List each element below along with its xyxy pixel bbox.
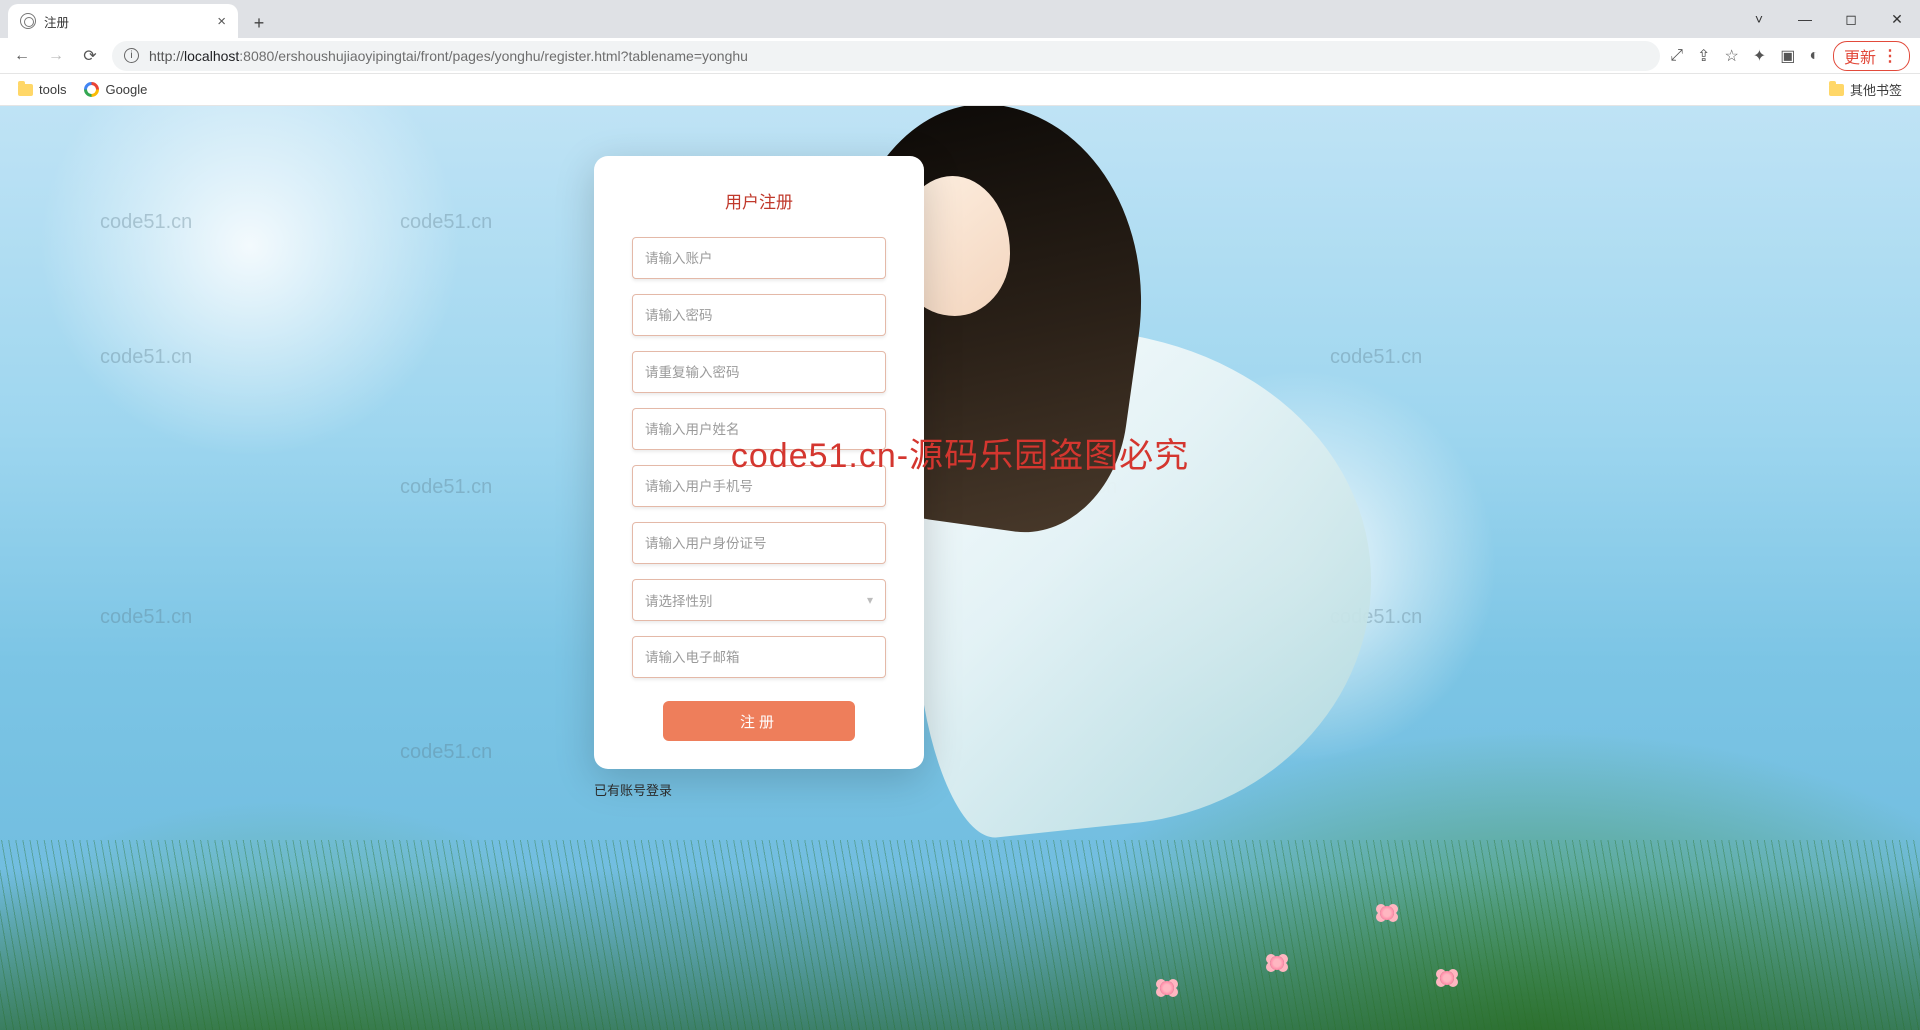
- zoom-icon[interactable]: ⤢: [1670, 47, 1683, 65]
- profile-icon[interactable]: ◐: [1809, 47, 1819, 65]
- browser-tabbar: 注册 × + ˅ — ◻ ✕: [0, 0, 1920, 38]
- email-input[interactable]: [632, 636, 886, 678]
- browser-tab[interactable]: 注册 ×: [8, 4, 238, 38]
- bookmark-label: tools: [39, 82, 66, 97]
- bookmark-star-icon[interactable]: ☆: [1724, 46, 1738, 66]
- bookmarks-bar: tools Google 其他书签: [0, 74, 1920, 106]
- background-scene: [0, 106, 1920, 1030]
- address-bar: ← → ⟳ i http://localhost:8080/ershoushuj…: [0, 38, 1920, 74]
- form-title: 用户注册: [632, 188, 886, 213]
- login-link[interactable]: 已有账号登录: [594, 780, 672, 799]
- site-info-icon[interactable]: i: [124, 48, 139, 63]
- folder-icon: [1829, 84, 1844, 96]
- back-button[interactable]: ←: [10, 44, 34, 68]
- extensions-icon[interactable]: ✦: [1753, 46, 1766, 66]
- name-input[interactable]: [632, 408, 886, 450]
- folder-icon: [18, 84, 33, 96]
- bookmark-label: 其他书签: [1850, 80, 1902, 99]
- globe-icon: [20, 13, 36, 29]
- account-input[interactable]: [632, 237, 886, 279]
- url-path: :8080/ershoushujiaoyipingtai/front/pages…: [239, 48, 748, 64]
- new-tab-button[interactable]: +: [244, 8, 274, 38]
- sidepanel-icon[interactable]: ▣: [1780, 46, 1795, 66]
- bookmark-other[interactable]: 其他书签: [1829, 80, 1902, 99]
- window-controls: ˅ — ◻ ✕: [1736, 0, 1920, 38]
- chevron-down-icon[interactable]: ˅: [1736, 2, 1782, 36]
- url-host: localhost: [184, 48, 239, 64]
- password-confirm-input[interactable]: [632, 351, 886, 393]
- share-icon[interactable]: ⇪: [1697, 46, 1710, 66]
- minimize-icon[interactable]: —: [1782, 2, 1828, 36]
- register-card: 用户注册 请选择性别 ▾ 注册 已有账号登录: [594, 156, 924, 769]
- chevron-down-icon: ▾: [867, 593, 873, 607]
- bookmark-tools[interactable]: tools: [18, 82, 66, 97]
- forward-button[interactable]: →: [44, 44, 68, 68]
- gender-select[interactable]: 请选择性别 ▾: [632, 579, 886, 621]
- phone-input[interactable]: [632, 465, 886, 507]
- flower-decor: [1270, 956, 1284, 970]
- flower-decor: [1160, 981, 1174, 995]
- url-scheme: http://: [149, 48, 184, 64]
- toolbar-icons: ⤢ ⇪ ☆ ✦ ▣ ◐ 更新 ⋮: [1670, 41, 1910, 71]
- idcard-input[interactable]: [632, 522, 886, 564]
- update-button[interactable]: 更新 ⋮: [1833, 41, 1910, 71]
- tab-title: 注册: [44, 12, 209, 31]
- close-tab-icon[interactable]: ×: [217, 13, 226, 30]
- menu-dots-icon: ⋮: [1882, 46, 1899, 66]
- bookmark-google[interactable]: Google: [84, 82, 147, 97]
- google-icon: [84, 82, 99, 97]
- close-window-icon[interactable]: ✕: [1874, 2, 1920, 36]
- maximize-icon[interactable]: ◻: [1828, 2, 1874, 36]
- bookmark-label: Google: [105, 82, 147, 97]
- flower-decor: [1440, 971, 1454, 985]
- reload-button[interactable]: ⟳: [78, 44, 102, 68]
- register-button[interactable]: 注册: [663, 701, 855, 741]
- password-input[interactable]: [632, 294, 886, 336]
- page-viewport: code51.cn code51.cn code51.cn code51.cn …: [0, 106, 1920, 1030]
- update-label: 更新: [1844, 44, 1876, 68]
- url-text: http://localhost:8080/ershoushujiaoyipin…: [149, 48, 1648, 64]
- gender-placeholder: 请选择性别: [645, 590, 713, 610]
- flower-decor: [1380, 906, 1394, 920]
- url-box[interactable]: i http://localhost:8080/ershoushujiaoyip…: [112, 41, 1660, 71]
